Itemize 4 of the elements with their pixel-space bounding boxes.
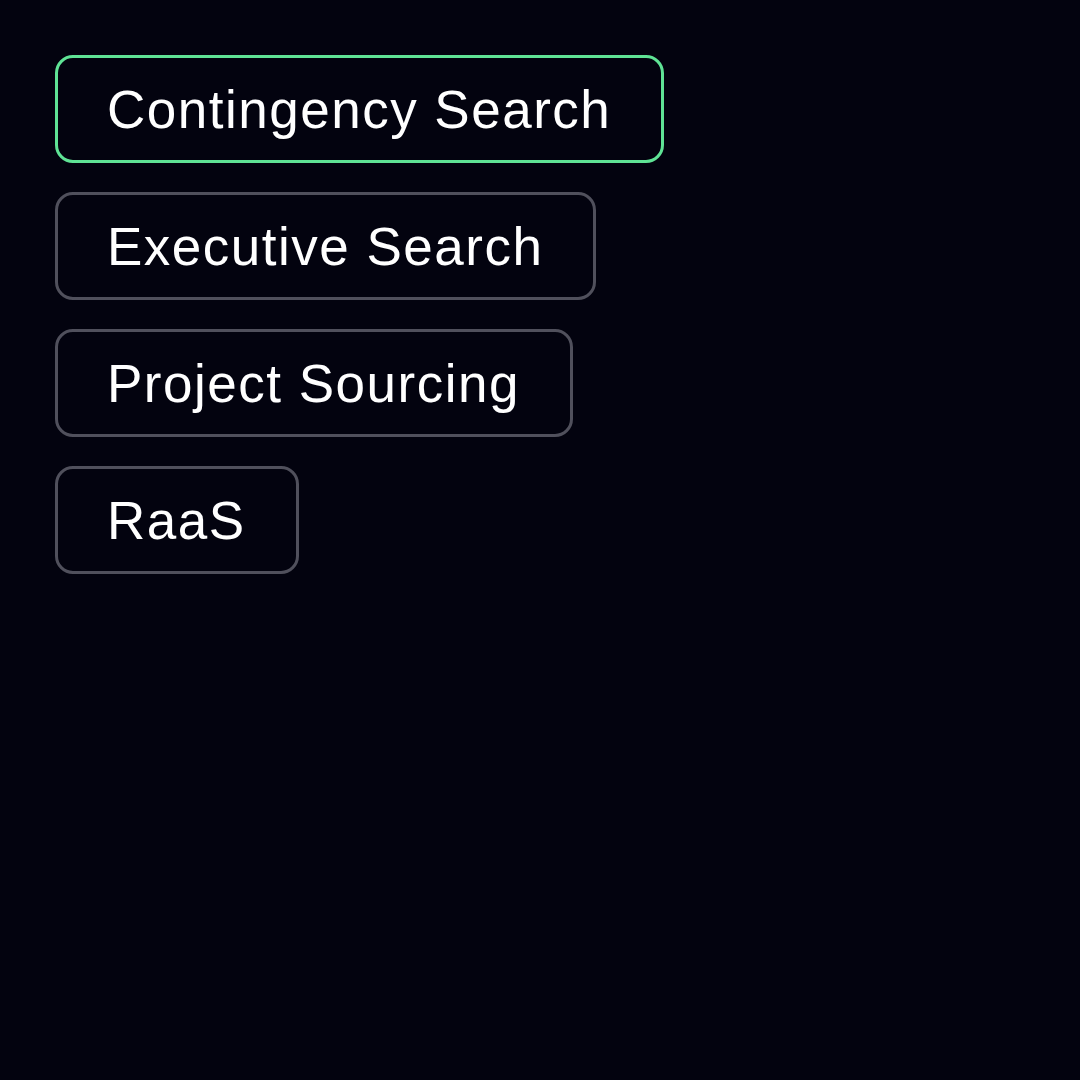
service-option-button[interactable]: Executive Search — [55, 192, 597, 300]
service-option-button[interactable]: Contingency Search — [55, 55, 665, 163]
service-option-button[interactable]: Project Sourcing — [55, 329, 573, 437]
service-option-button[interactable]: RaaS — [55, 466, 299, 574]
